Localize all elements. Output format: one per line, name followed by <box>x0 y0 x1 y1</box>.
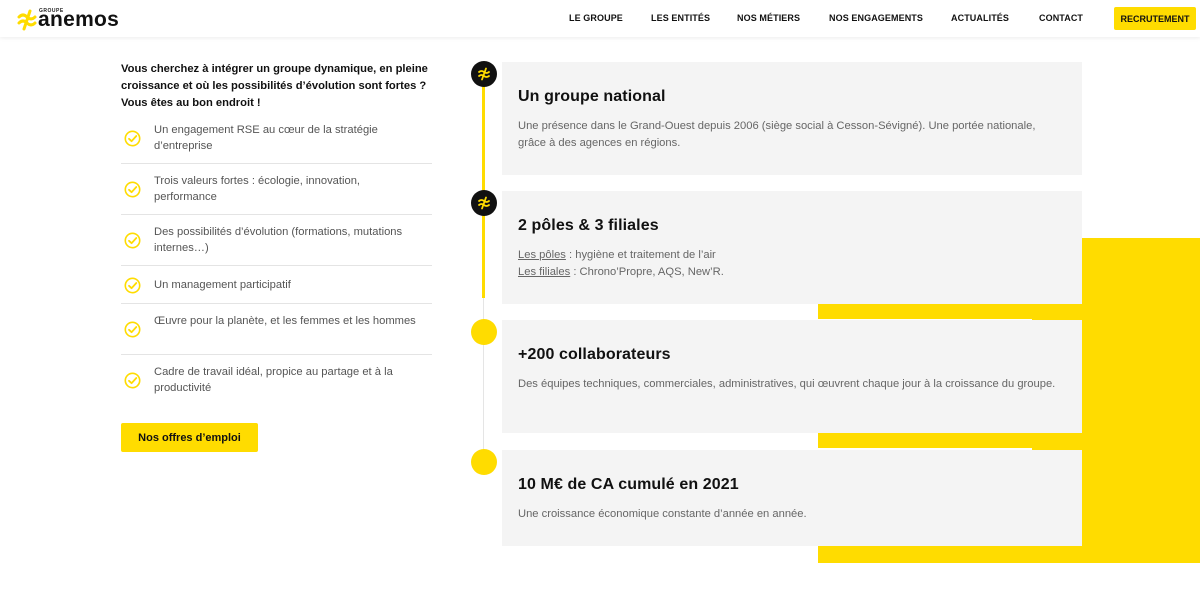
decorative-yellow-strip <box>818 546 1038 563</box>
timeline-dot <box>471 449 497 475</box>
poles-text: : hygiène et traitement de l’air <box>565 249 716 261</box>
filiales-text: : Chrono’Propre, AQS, New’R. <box>570 266 724 278</box>
check-circle-icon <box>124 321 141 338</box>
check-circle-icon <box>124 277 141 294</box>
list-item: Des possibilités d’évolution (formations… <box>121 215 432 266</box>
logo[interactable] <box>16 7 38 31</box>
anemos-mark-icon <box>478 196 490 210</box>
list-item: Cadre de travail idéal, propice au parta… <box>121 355 432 406</box>
info-card: 10 M€ de CA cumulé en 2021 Une croissanc… <box>502 450 1082 546</box>
card-text: Les pôles : hygiène et traitement de l’a… <box>518 247 1063 281</box>
timeline-progress-line <box>482 74 485 298</box>
card-text: Une présence dans le Grand-Ouest depuis … <box>518 120 1036 149</box>
benefit-text: Un engagement RSE au cœur de la stratégi… <box>154 124 378 152</box>
card-title: 10 M€ de CA cumulé en 2021 <box>518 476 739 493</box>
list-item: Un management participatif <box>121 266 432 304</box>
check-circle-icon <box>124 181 141 198</box>
nav-le-groupe[interactable]: LE GROUPE <box>569 13 623 23</box>
timeline-dot <box>471 319 497 345</box>
timeline-dot-active <box>471 190 497 216</box>
check-circle-icon <box>124 130 141 147</box>
card-title: 2 pôles & 3 filiales <box>518 217 659 234</box>
benefits-list: Un engagement RSE au cœur de la stratégi… <box>121 114 432 406</box>
card-title: Un groupe national <box>518 88 666 105</box>
site-header: GROUPE anemos LE GROUPE LES ENTITÉS NOS … <box>0 0 1200 37</box>
card-text: Une croissance économique constante d’an… <box>518 508 807 520</box>
list-item: Trois valeurs fortes : écologie, innovat… <box>121 164 432 215</box>
benefit-text: Cadre de travail idéal, propice au parta… <box>154 366 393 394</box>
decorative-yellow-strip <box>818 433 1038 448</box>
decorative-yellow-strip <box>818 304 1038 319</box>
benefit-text: Trois valeurs fortes : écologie, innovat… <box>154 175 361 203</box>
check-circle-icon <box>124 372 141 389</box>
list-item: Un engagement RSE au cœur de la stratégi… <box>121 114 432 164</box>
benefit-text: Des possibilités d’évolution (formations… <box>154 226 403 254</box>
logo-mark-icon <box>16 9 37 31</box>
job-offers-button[interactable]: Nos offres d’emploi <box>121 423 258 452</box>
list-item: Œuvre pour la planète, et les femmes et … <box>121 304 432 355</box>
card-text: Des équipes techniques, commerciales, ad… <box>518 378 1056 390</box>
benefit-text: Œuvre pour la planète, et les femmes et … <box>154 315 416 327</box>
info-card: +200 collaborateurs Des équipes techniqu… <box>502 320 1082 433</box>
nav-actualites[interactable]: ACTUALITÉS <box>951 13 1009 23</box>
recrutement-button[interactable]: RECRUTEMENT <box>1114 7 1196 30</box>
check-circle-icon <box>124 232 141 249</box>
card-title: +200 collaborateurs <box>518 346 671 363</box>
benefit-text: Un management participatif <box>154 279 291 291</box>
info-card: Un groupe national Une présence dans le … <box>502 62 1082 175</box>
poles-link[interactable]: Les pôles <box>518 249 566 261</box>
timeline-dot-active <box>471 61 497 87</box>
nav-nos-engagements[interactable]: NOS ENGAGEMENTS <box>829 13 923 23</box>
anemos-mark-icon <box>478 67 490 81</box>
info-card: 2 pôles & 3 filiales Les pôles : hygiène… <box>502 191 1082 304</box>
logo-text[interactable]: anemos <box>38 9 119 30</box>
filiales-link[interactable]: Les filiales <box>518 266 570 278</box>
nav-contact[interactable]: CONTACT <box>1039 13 1083 23</box>
intro-heading: Vous cherchez à intégrer un groupe dynam… <box>121 63 428 109</box>
nav-nos-metiers[interactable]: NOS MÉTIERS <box>737 13 800 23</box>
nav-les-entites[interactable]: LES ENTITÉS <box>651 13 710 23</box>
